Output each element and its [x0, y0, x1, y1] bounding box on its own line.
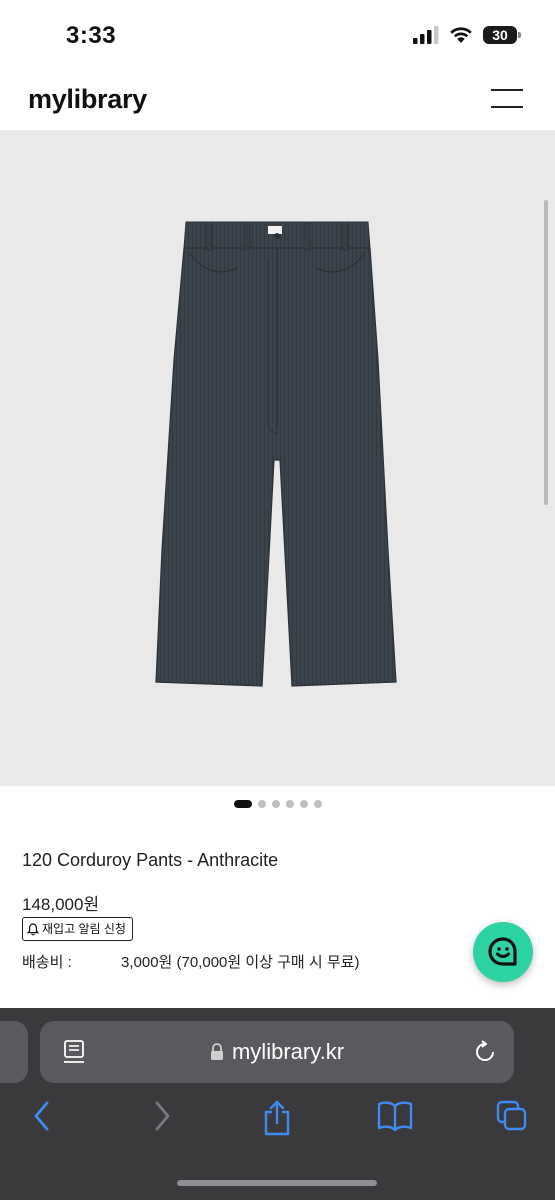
battery-indicator: 30 [483, 26, 521, 44]
carousel-dot[interactable] [257, 800, 266, 808]
page-scrollbar[interactable] [544, 200, 548, 505]
home-indicator [177, 1180, 377, 1186]
shipping-value: 3,000원 (70,000원 이상 구매 시 무료) [121, 954, 360, 971]
status-time: 3:33 [66, 22, 117, 49]
carousel-dots [0, 800, 555, 808]
product-price: 148,000원 [22, 895, 100, 914]
product-image-carousel[interactable] [0, 130, 555, 786]
url-display[interactable]: mylibrary.kr [40, 1021, 514, 1083]
hamburger-menu-button[interactable] [491, 89, 523, 109]
bell-icon [27, 922, 39, 935]
reload-icon[interactable] [472, 1039, 498, 1065]
shipping-label: 배송비 : [22, 954, 72, 971]
url-text: mylibrary.kr [231, 1039, 345, 1064]
restock-alert-button[interactable]: 재입고 알림 신청 [22, 917, 133, 941]
carousel-dot[interactable] [271, 800, 280, 808]
chat-smile-icon [488, 937, 517, 966]
previous-tab-preview[interactable] [0, 1021, 28, 1083]
bookmarks-icon[interactable] [377, 1100, 413, 1132]
site-header: mylibrary [0, 72, 555, 130]
forward-arrow-icon[interactable] [152, 1100, 172, 1132]
signal-icon [413, 26, 439, 44]
menu-line-icon [491, 89, 523, 91]
carousel-dot[interactable] [285, 800, 294, 808]
back-arrow-icon[interactable] [32, 1100, 52, 1132]
browser-toolbar [0, 1100, 555, 1140]
tabs-icon[interactable] [496, 1100, 528, 1132]
share-icon[interactable] [262, 1100, 292, 1136]
menu-line-icon [491, 106, 523, 108]
site-logo[interactable]: mylibrary [28, 84, 147, 115]
restock-alert-label: 재입고 알림 신청 [42, 922, 126, 936]
status-bar: 3:33 30 [0, 0, 555, 72]
status-icons: 30 [413, 26, 521, 44]
carousel-dot[interactable] [313, 800, 322, 808]
carousel-dot[interactable] [233, 800, 252, 808]
corduroy-pants-image [155, 221, 397, 687]
carousel-dot[interactable] [299, 800, 308, 808]
wifi-icon [450, 27, 472, 43]
lock-icon [210, 1043, 223, 1060]
product-name: 120 Corduroy Pants - Anthracite [22, 850, 279, 870]
address-bar[interactable]: mylibrary.kr [40, 1021, 514, 1083]
browser-chrome: mylibrary.kr [0, 1008, 555, 1200]
chat-support-button[interactable] [473, 922, 533, 982]
